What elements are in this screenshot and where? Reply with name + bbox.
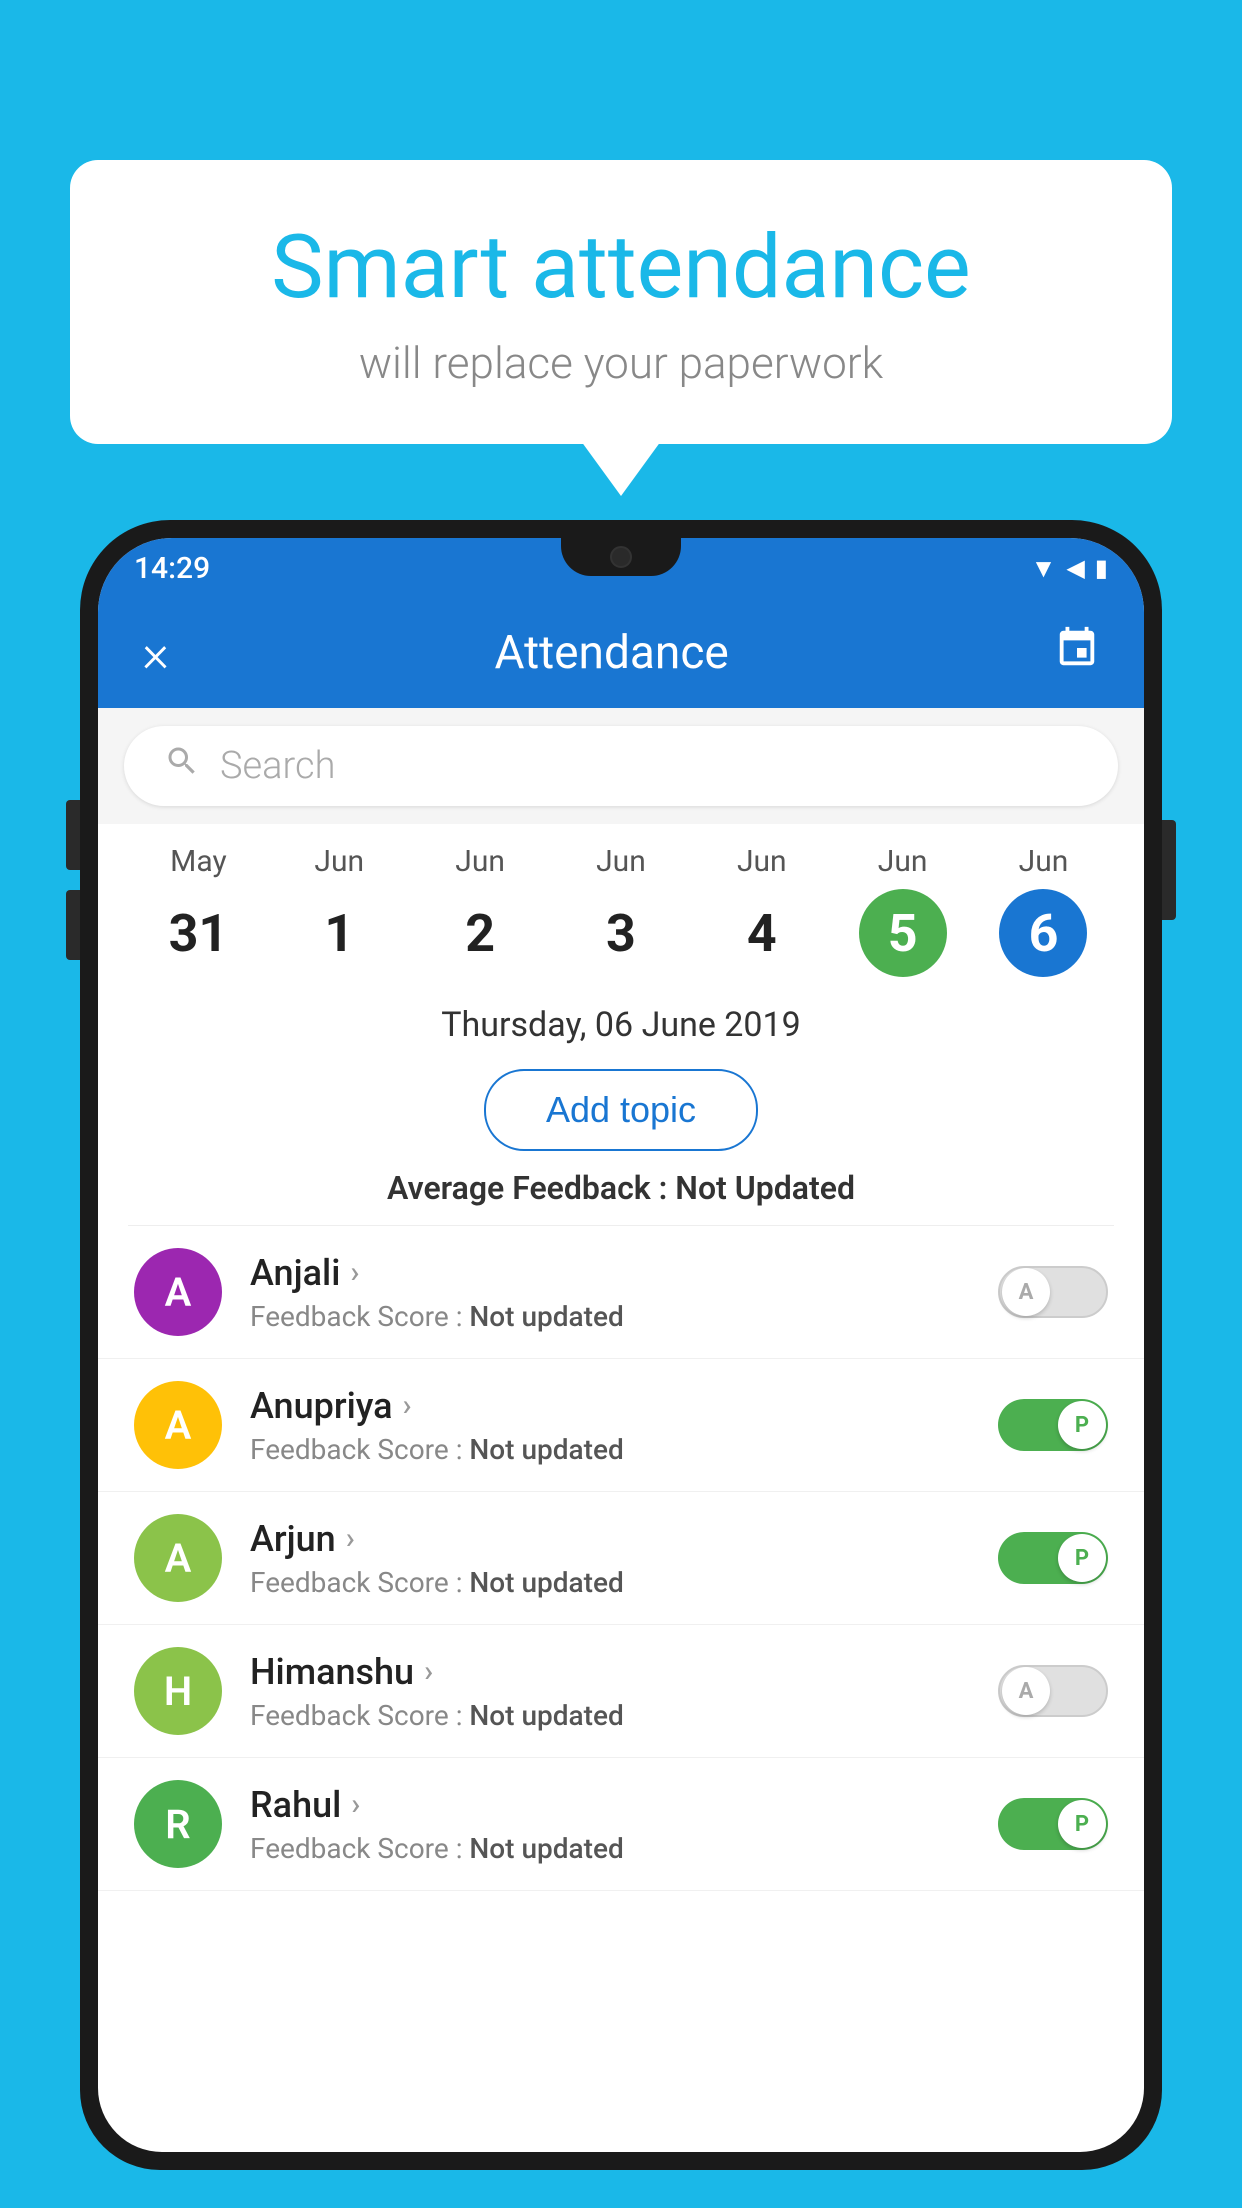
calendar-day[interactable]: Jun 1 (289, 844, 389, 977)
toggle-knob: P (1058, 1800, 1106, 1848)
speech-bubble-container: Smart attendance will replace your paper… (70, 160, 1172, 444)
avatar: R (134, 1780, 222, 1868)
avg-feedback: Average Feedback : Not Updated (98, 1169, 1144, 1225)
toggle-wrap[interactable]: P (998, 1399, 1108, 1451)
toggle-knob: A (1002, 1268, 1050, 1316)
power-button[interactable] (1162, 820, 1176, 920)
app-header: × Attendance (98, 598, 1144, 708)
speech-bubble: Smart attendance will replace your paper… (70, 160, 1172, 444)
calendar-day[interactable]: Jun 4 (712, 844, 812, 977)
attendance-toggle[interactable]: A (998, 1665, 1108, 1717)
volume-down-button[interactable] (66, 890, 80, 960)
feedback-score: Feedback Score : Not updated (250, 1566, 998, 1599)
toggle-wrap[interactable]: P (998, 1532, 1108, 1584)
toggle-wrap[interactable]: A (998, 1665, 1108, 1717)
feedback-score: Feedback Score : Not updated (250, 1433, 998, 1466)
student-item[interactable]: AAnjali ›Feedback Score : Not updatedA (98, 1226, 1144, 1359)
student-info: Rahul › Feedback Score : Not updated (222, 1784, 998, 1865)
battery-icon: ▮ (1095, 554, 1108, 582)
cal-date-number[interactable]: 3 (577, 889, 665, 977)
search-container: Search (98, 708, 1144, 824)
student-name: Himanshu › (250, 1651, 998, 1693)
student-info: Anupriya › Feedback Score : Not updated (222, 1385, 998, 1466)
attendance-toggle[interactable]: P (998, 1798, 1108, 1850)
avatar: A (134, 1381, 222, 1469)
avatar: A (134, 1248, 222, 1336)
cal-month-label: Jun (314, 844, 364, 879)
cal-date-number[interactable]: 1 (295, 889, 383, 977)
header-title: Attendance (494, 626, 728, 680)
attendance-toggle[interactable]: P (998, 1532, 1108, 1584)
calendar-day[interactable]: Jun 2 (430, 844, 530, 977)
calendar-day[interactable]: May 31 (148, 844, 248, 977)
phone-outer: 14:29 ▼ ◀ ▮ × Attendance (80, 520, 1162, 2170)
search-icon (164, 743, 200, 789)
student-list: AAnjali ›Feedback Score : Not updatedAAA… (98, 1226, 1144, 1891)
toggle-knob: A (1002, 1667, 1050, 1715)
notch (561, 538, 681, 576)
student-item[interactable]: H Himanshu › Feedback Score : Not updatedA (98, 1625, 1144, 1758)
student-info: Arjun › Feedback Score : Not updated (222, 1518, 998, 1599)
avatar: H (134, 1647, 222, 1735)
cal-date-number[interactable]: 31 (154, 889, 242, 977)
student-item[interactable]: A Arjun › Feedback Score : Not updated P (98, 1492, 1144, 1625)
add-topic-button[interactable]: Add topic (484, 1069, 758, 1151)
student-name: Rahul › (250, 1784, 998, 1826)
calendar-day[interactable]: Jun 5 (853, 844, 953, 977)
feedback-score: Feedback Score : Not updated (250, 1300, 998, 1333)
student-name: Anjali › (250, 1252, 998, 1294)
toggle-wrap[interactable]: P (998, 1798, 1108, 1850)
calendar-strip: May 31 Jun 1 Jun 2 Jun 3 Jun 4 Jun 5 Jun 6 (98, 824, 1144, 987)
toggle-wrap[interactable]: A (998, 1266, 1108, 1318)
status-icons: ▼ ◀ ▮ (1031, 553, 1108, 584)
toggle-knob: P (1058, 1401, 1106, 1449)
cal-month-label: Jun (455, 844, 505, 879)
cal-month-label: Jun (1019, 844, 1069, 879)
attendance-toggle[interactable]: A (998, 1266, 1108, 1318)
chevron-icon: › (346, 1521, 355, 1556)
avatar: A (134, 1514, 222, 1602)
search-bar[interactable]: Search (124, 726, 1118, 806)
close-button[interactable]: × (142, 623, 169, 684)
toggle-knob: P (1058, 1534, 1106, 1582)
cal-month-label: Jun (596, 844, 646, 879)
front-camera (610, 546, 632, 568)
student-name: Anupriya › (250, 1385, 998, 1427)
student-item[interactable]: R Rahul › Feedback Score : Not updated P (98, 1758, 1144, 1891)
cal-date-number[interactable]: 6 (999, 889, 1087, 977)
search-placeholder: Search (220, 744, 335, 788)
cal-month-label: May (170, 844, 226, 879)
add-topic-container: Add topic (98, 1059, 1144, 1169)
cal-date-number[interactable]: 5 (859, 889, 947, 977)
cal-month-label: Jun (878, 844, 928, 879)
feedback-score: Feedback Score : Not updated (250, 1699, 998, 1732)
status-time: 14:29 (134, 551, 210, 586)
wifi-icon: ▼ (1031, 553, 1057, 584)
phone-screen: 14:29 ▼ ◀ ▮ × Attendance (98, 538, 1144, 2152)
volume-up-button[interactable] (66, 800, 80, 870)
chevron-icon: › (351, 1787, 360, 1822)
selected-date: Thursday, 06 June 2019 (98, 987, 1144, 1059)
phone-frame: 14:29 ▼ ◀ ▮ × Attendance (80, 520, 1162, 2208)
bubble-title: Smart attendance (130, 220, 1112, 317)
chevron-icon: › (403, 1388, 412, 1423)
signal-icon: ◀ (1066, 554, 1084, 582)
cal-month-label: Jun (737, 844, 787, 879)
calendar-icon[interactable] (1054, 625, 1100, 682)
chevron-icon: › (350, 1255, 359, 1290)
cal-date-number[interactable]: 4 (718, 889, 806, 977)
chevron-icon: › (424, 1654, 433, 1689)
cal-date-number[interactable]: 2 (436, 889, 524, 977)
student-name: Arjun › (250, 1518, 998, 1560)
student-info: Anjali › Feedback Score : Not updated (222, 1252, 998, 1333)
attendance-toggle[interactable]: P (998, 1399, 1108, 1451)
feedback-score: Feedback Score : Not updated (250, 1832, 998, 1865)
student-info: Himanshu › Feedback Score : Not updated (222, 1651, 998, 1732)
calendar-day[interactable]: Jun 6 (993, 844, 1093, 977)
calendar-day[interactable]: Jun 3 (571, 844, 671, 977)
student-item[interactable]: A Anupriya › Feedback Score : Not updated P (98, 1359, 1144, 1492)
bubble-subtitle: will replace your paperwork (130, 337, 1112, 389)
